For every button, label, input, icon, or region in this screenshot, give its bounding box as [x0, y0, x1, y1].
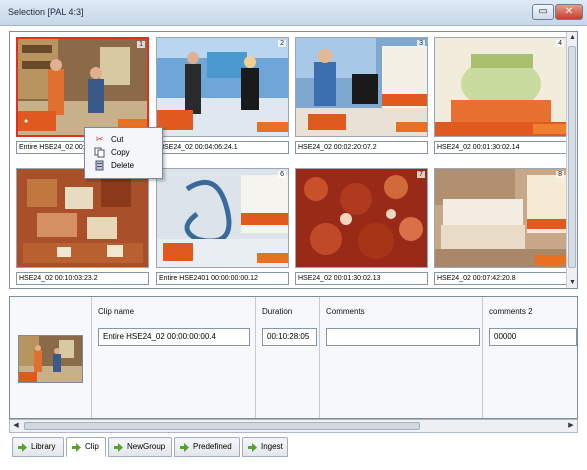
thumbnail-card[interactable]: 5 HSE24_02 00:10:03:23.2 [16, 168, 149, 286]
scissors-icon: ✂ [95, 134, 104, 144]
tab-library[interactable]: Library [12, 437, 64, 457]
comments2-field[interactable]: 00000 [489, 328, 577, 346]
comments-field[interactable] [326, 328, 480, 346]
comments-header: Comments [326, 307, 365, 316]
tab-newgroup[interactable]: NewGroup [108, 437, 172, 457]
scroll-down-arrow-icon[interactable]: ▼ [567, 277, 578, 288]
thumbnail-number: 6 [278, 171, 286, 178]
tab-label: NewGroup [127, 442, 166, 451]
comments2-column: comments 2 00000 [483, 297, 577, 418]
scroll-right-arrow-icon[interactable]: ▶ [565, 420, 577, 432]
scroll-up-arrow-icon[interactable]: ▲ [567, 32, 578, 43]
tab-label: Predefined [193, 442, 232, 451]
thumbnail-caption[interactable]: HSE24_02 00:01:30:02.14 [434, 141, 567, 154]
thumbnail-caption[interactable]: HSE24_02 00:07:42:20.8 [434, 272, 567, 285]
thumbnail-image[interactable]: 2 [156, 37, 289, 137]
thumbnail-image[interactable]: 5 [16, 168, 149, 268]
thumbnail-image[interactable]: 3 [295, 37, 428, 137]
thumbnail-number: 7 [417, 171, 425, 178]
thumbnail-caption[interactable]: HSE24_02 00:04:06:24.1 [156, 141, 289, 154]
clip-detail-panel: Clip name Entire HSE24_02 00:00:00:00.4 … [9, 296, 578, 419]
clip-name-field[interactable]: Entire HSE24_02 00:00:00:00.4 [98, 328, 250, 346]
clip-name-header: Clip name [98, 307, 135, 316]
clip-name-column: Clip name Entire HSE24_02 00:00:00:00.4 [92, 297, 256, 418]
thumbnail-caption[interactable]: Entire HSE2401 00:00:00:00.12 [156, 272, 289, 285]
tab-predefined[interactable]: Predefined [174, 437, 240, 457]
thumbnail-card[interactable]: 4 HSE24_02 00:01:30:02.14 [434, 37, 567, 155]
thumbnail-card[interactable]: 3 HSE24_02 00:02:20:07.2 [295, 37, 428, 155]
window-title: Selection [PAL 4:3] [8, 7, 84, 17]
thumbnail-image[interactable]: 4 [434, 37, 567, 137]
duration-column: Duration 00:10:28:05 [256, 297, 320, 418]
delete-icon [94, 160, 105, 171]
tab-label: Ingest [261, 442, 283, 451]
scroll-left-arrow-icon[interactable]: ◀ [10, 420, 22, 432]
green-arrow-icon [180, 443, 189, 452]
thumbnail-number: 2 [278, 40, 286, 47]
thumbnail-panel: ● 1 Entire HSE24_02 00:00:00:00.4 2 HSE2… [9, 31, 578, 289]
thumbnail-number: 4 [556, 40, 564, 47]
tab-label: Library [31, 442, 56, 451]
green-arrow-icon [72, 443, 81, 452]
thumbnail-caption[interactable]: HSE24_02 00:10:03:23.2 [16, 272, 149, 285]
close-button[interactable]: ✕ [555, 4, 583, 20]
restore-button[interactable]: ▭ [532, 4, 554, 20]
copy-icon [94, 147, 105, 158]
green-arrow-icon [18, 443, 27, 452]
tab-bar: Library Clip NewGroup Predefined Ingest [9, 437, 578, 459]
title-bar: Selection [PAL 4:3] ▭ ✕ [0, 0, 587, 26]
green-arrow-icon [114, 443, 123, 452]
tab-label: Clip [85, 442, 99, 451]
detail-thumbnail [18, 335, 83, 383]
thumbnail-image[interactable]: 8 [434, 168, 567, 268]
thumbnail-card[interactable]: 2 HSE24_02 00:04:06:24.1 [156, 37, 289, 155]
vertical-scrollbar[interactable]: ▲ ▼ [566, 32, 577, 288]
menu-item-copy[interactable]: Copy [85, 146, 162, 159]
thumbnail-image[interactable]: ● 1 [16, 37, 149, 137]
menu-item-label: Copy [111, 148, 130, 157]
menu-item-label: Cut [111, 135, 124, 144]
horizontal-scrollbar[interactable]: ◀ ▶ [9, 419, 578, 433]
scrollbar-thumb[interactable] [568, 46, 576, 268]
comments-column: Comments [320, 297, 483, 418]
thumbnail-caption[interactable]: HSE24_02 00:01:30:02.13 [295, 272, 428, 285]
thumbnail-card[interactable]: 8 HSE24_02 00:07:42:20.8 [434, 168, 567, 286]
duration-header: Duration [262, 307, 293, 316]
thumbnail-number: 8 [556, 171, 564, 178]
comments2-header: comments 2 [489, 307, 533, 316]
thumbnail-card[interactable]: 7 HSE24_02 00:01:30:02.13 [295, 168, 428, 286]
duration-field[interactable]: 00:10:28:05 [262, 328, 317, 346]
context-menu: ✂ Cut Copy Delete [84, 127, 163, 179]
detail-thumbnail-column [10, 297, 92, 418]
thumbnail-card[interactable]: 6 Entire HSE2401 00:00:00:00.12 [156, 168, 289, 286]
menu-item-cut[interactable]: ✂ Cut [85, 133, 162, 146]
scrollbar-thumb[interactable] [24, 422, 420, 430]
thumbnail-number: 1 [137, 41, 145, 48]
thumbnail-image[interactable]: 6 [156, 168, 289, 268]
thumbnail-number: 3 [417, 40, 425, 47]
tab-ingest[interactable]: Ingest [242, 437, 288, 457]
green-arrow-icon [248, 443, 257, 452]
tab-clip[interactable]: Clip [66, 437, 106, 457]
thumbnail-caption[interactable]: HSE24_02 00:02:20:07.2 [295, 141, 428, 154]
thumbnail-image[interactable]: 7 [295, 168, 428, 268]
menu-item-delete[interactable]: Delete [85, 159, 162, 172]
menu-item-label: Delete [111, 161, 135, 170]
svg-text:●: ● [24, 118, 28, 125]
